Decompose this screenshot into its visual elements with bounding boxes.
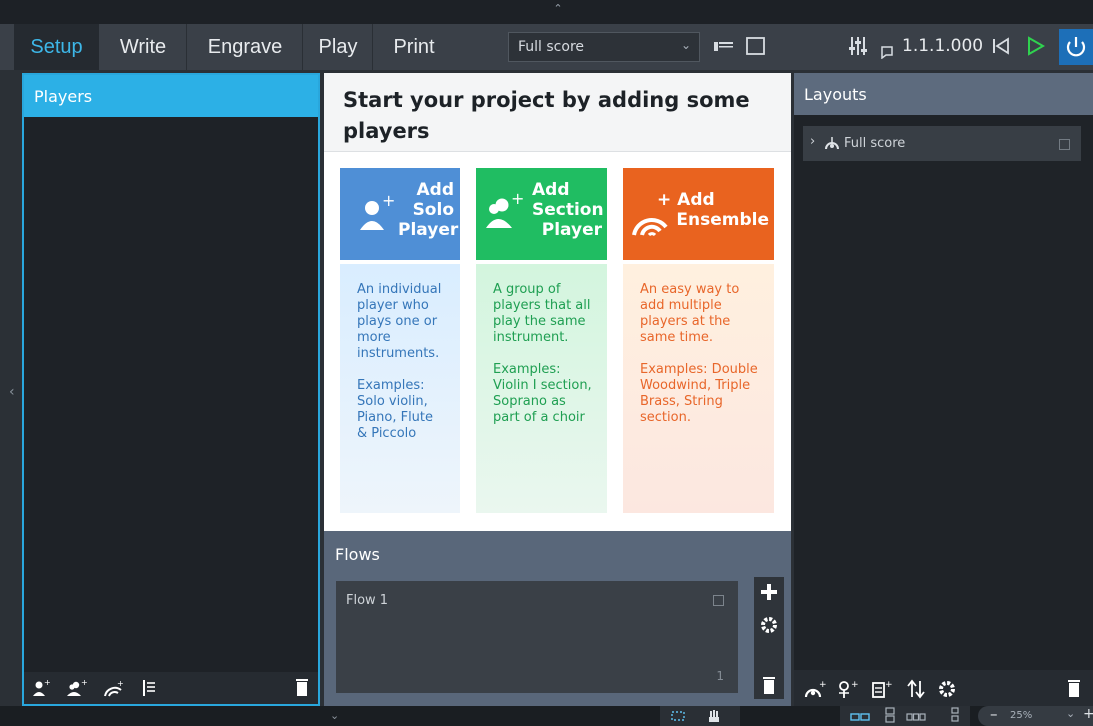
layout-item[interactable]: › Full score [803,126,1081,161]
chevron-down-icon: ⌄ [680,38,691,52]
tab-separator [372,24,373,70]
flow-checkbox[interactable] [713,595,724,606]
layouts-panel-header: Layouts [794,73,1093,115]
add-solo-player-label: Add Solo Player [398,180,459,240]
layouts-panel: Layouts › Full score + + + [794,73,1093,706]
add-solo-player-description: An individual player who plays one or mo… [340,264,460,513]
add-ensemble-description: An easy way to add multiple players at t… [623,264,774,513]
players-panel: Players + + + [22,73,320,706]
players-panel-footer: + + + [24,672,318,704]
add-section-player-icon[interactable]: + [66,678,88,702]
svg-text:+: + [81,678,88,687]
chevron-right-icon[interactable]: › [810,134,815,149]
zoom-in-icon[interactable]: + [1083,706,1093,722]
add-solo-player-icon[interactable]: + [31,678,51,702]
player-groups-icon[interactable] [141,678,159,702]
delete-layout-icon[interactable] [1066,678,1082,698]
galley-view-icon[interactable] [711,35,737,61]
add-ensemble-label: + Add Ensemble [657,190,769,230]
flows-panel-title: Flows [335,545,380,564]
add-section-player-button[interactable]: + Add Section Player [476,168,607,260]
timecode-readout: 1.1.1.000 [902,36,984,56]
chevron-up-icon[interactable]: ⌃ [550,3,566,15]
start-project-title: Start your project by adding some player… [343,88,750,143]
tab-print[interactable]: Print [376,24,452,70]
svg-text:+: + [851,680,858,690]
power-icon[interactable] [1059,29,1093,65]
view-mode-segment [840,706,970,726]
delete-icon[interactable] [294,677,310,701]
single-page-view-icon[interactable] [950,707,960,723]
horizontal-view-icon[interactable] [906,712,926,722]
gear-icon[interactable] [759,615,779,635]
flow-number: 1 [716,669,724,683]
svg-text:+: + [44,678,51,687]
players-panel-header: Players [24,75,318,117]
layout-select-value: Full score [518,39,585,55]
hand-tool-icon[interactable] [706,708,722,724]
add-solo-player-button[interactable]: + Add Solo Player [340,168,460,260]
full-score-icon [825,137,839,150]
add-ensemble-icon[interactable]: + [103,678,125,702]
players-panel-title: Players [34,87,93,106]
section-player-icon: + [486,192,524,228]
svg-text:+: + [819,680,826,690]
add-custom-score-layout-icon[interactable]: + [871,679,893,699]
flow-card[interactable]: Flow 1 1 [336,581,738,693]
vertical-view-icon[interactable] [884,707,896,723]
spreads-view-icon[interactable] [850,712,870,722]
selection-tool-icon[interactable] [670,710,686,722]
transport-mode-icon[interactable] [878,44,896,63]
play-icon[interactable] [1024,35,1046,61]
sort-icon[interactable] [906,679,926,699]
svg-text:+: + [117,679,124,688]
rewind-to-start-icon[interactable] [990,35,1012,61]
tab-engrave[interactable]: Engrave [190,24,300,70]
mixer-icon[interactable] [847,34,871,62]
tab-setup[interactable]: Setup [14,24,99,70]
flows-toolbar [754,577,784,699]
start-project-header: Start your project by adding some player… [324,73,791,152]
flows-panel: Flows Flow 1 1 [324,531,791,706]
add-section-player-label: Add Section Player [532,180,604,240]
layouts-panel-title: Layouts [804,85,867,104]
add-flow-icon[interactable] [760,583,778,601]
layout-options-gear-icon[interactable] [937,679,957,699]
zoom-control: – 25% ⌄ + [978,705,1093,726]
flow-name: Flow 1 [346,593,389,608]
add-section-player-description: A group of players that all play the sam… [476,264,607,513]
tab-separator [302,24,303,70]
zoom-out-icon[interactable]: – [990,705,998,723]
players-list[interactable] [27,117,315,672]
layout-select[interactable]: Full score ⌄ [508,32,700,62]
solo-player-icon: + [360,194,395,230]
page-view-icon[interactable] [744,35,768,61]
tab-play[interactable]: Play [306,24,370,70]
top-strip [0,0,1093,24]
tab-separator [186,24,187,70]
svg-text:+: + [382,194,395,210]
chevron-left-icon[interactable]: ‹ [9,384,15,400]
zoom-level[interactable]: 25% [1010,710,1032,721]
svg-text:+: + [511,192,524,208]
add-part-layout-icon[interactable]: + [836,679,858,699]
layout-item-name: Full score [844,136,906,151]
add-ensemble-button[interactable]: + Add Ensemble [623,168,774,260]
layouts-panel-footer: + + + [794,670,1093,706]
add-full-score-layout-icon[interactable]: + [804,679,826,699]
layout-checkbox[interactable] [1059,139,1070,150]
svg-text:+: + [885,680,893,690]
tool-segment [660,706,740,726]
chevron-down-icon[interactable]: ⌄ [330,709,339,722]
tab-write[interactable]: Write [103,24,183,70]
delete-flow-icon[interactable] [761,675,777,695]
status-bar: ⌄ – 25% ⌄ + [0,705,1093,726]
zoom-dropdown-icon[interactable]: ⌄ [1066,707,1075,720]
